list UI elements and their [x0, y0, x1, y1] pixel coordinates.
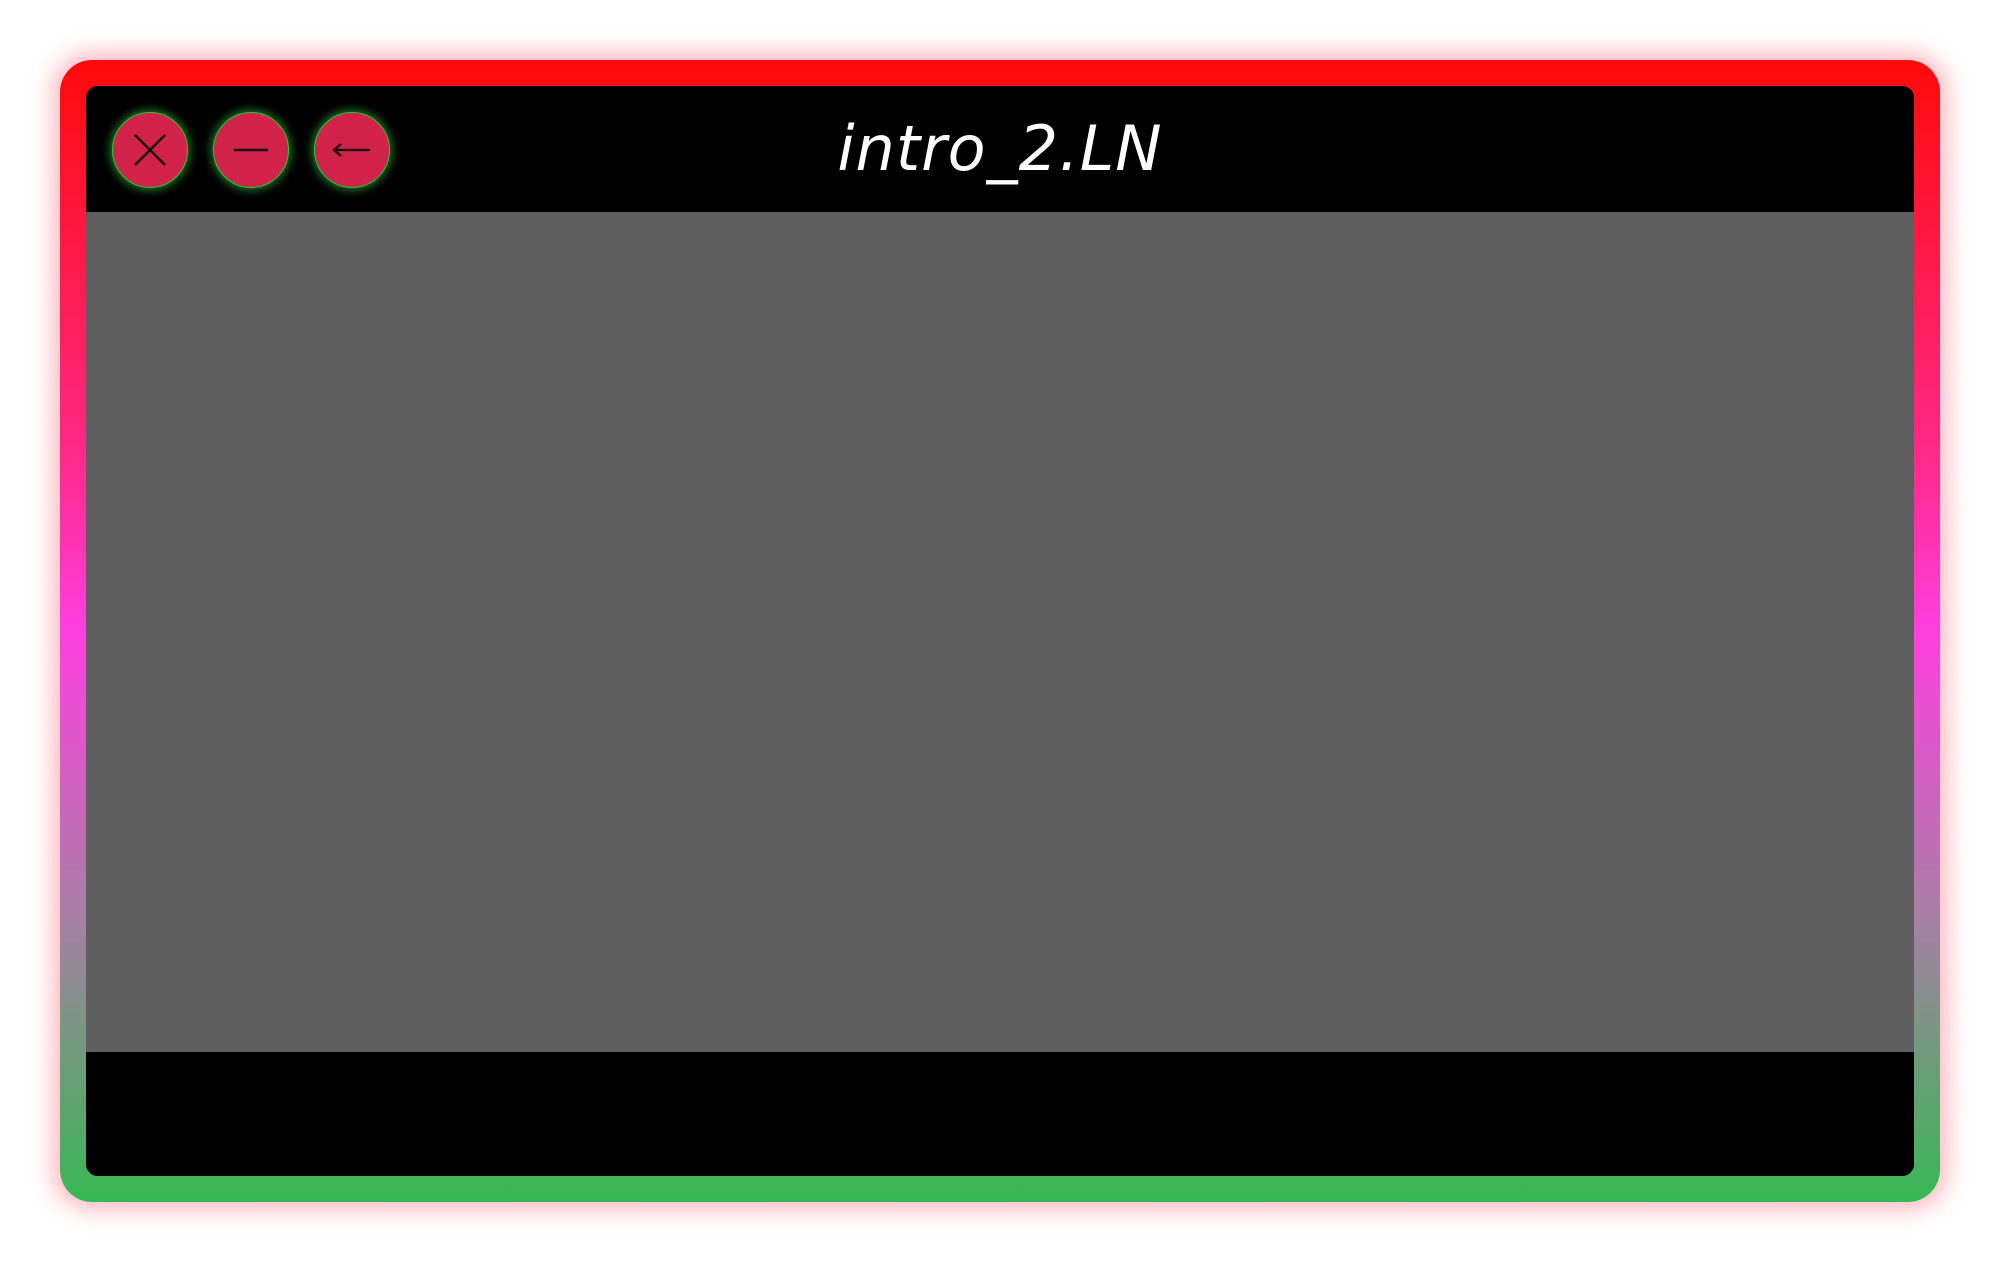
window-title: intro_2.LN [837, 112, 1163, 185]
window-frame: intro_2.LN [60, 60, 1940, 1202]
title-bar[interactable]: intro_2.LN [86, 86, 1914, 212]
content-area[interactable] [86, 212, 1914, 1052]
app-window: intro_2.LN [86, 86, 1914, 1176]
bottom-bar [86, 1052, 1914, 1176]
